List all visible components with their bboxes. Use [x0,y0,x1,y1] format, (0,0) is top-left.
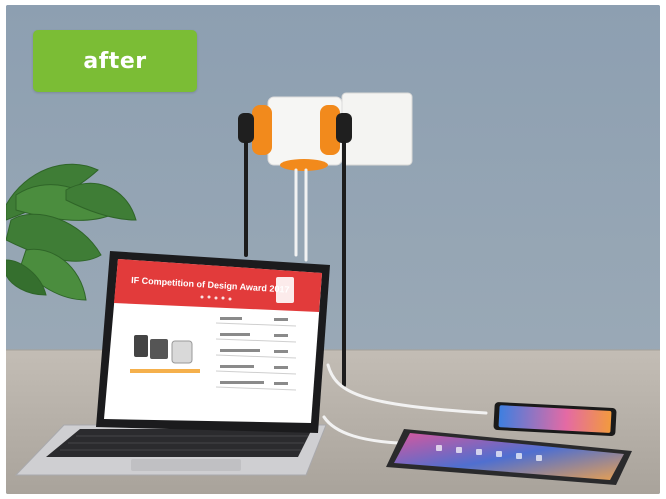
after-badge: after [33,30,197,92]
product-photo: IF Competition of Design Award 2017 afte… [6,5,660,494]
wall-socket [341,92,413,166]
laptop-trackpad [131,459,241,471]
